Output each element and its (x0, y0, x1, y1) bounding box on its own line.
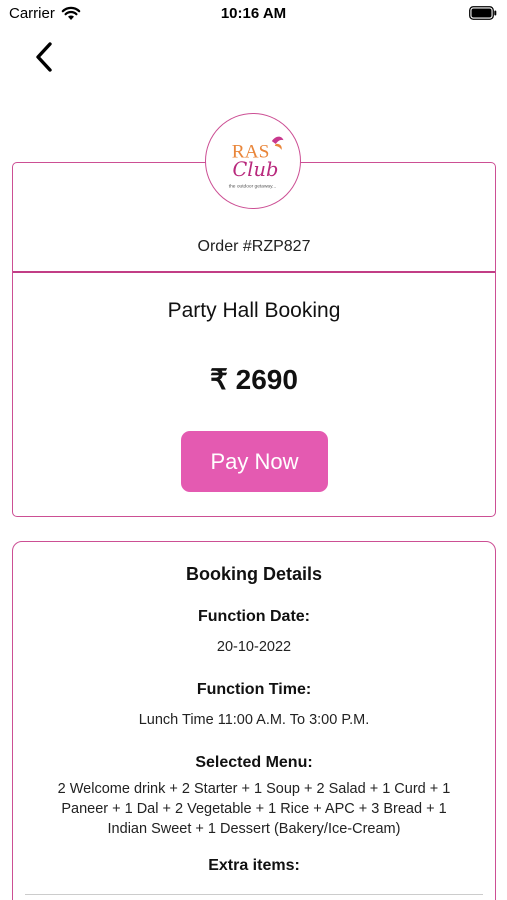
logo-graphic: RAS Club the outdoor getaway... (229, 136, 284, 190)
selected-menu-label: Selected Menu: (195, 754, 313, 771)
logo-brand-script: Club (232, 158, 278, 181)
service-title: Party Hall Booking (167, 299, 341, 322)
booking-details-title: Booking Details (185, 564, 323, 584)
function-date-value: 20-10-2022 (216, 639, 292, 655)
logo-tagline: the outdoor getaway... (229, 184, 276, 190)
amount-total: ₹ 2690 (210, 364, 298, 395)
function-time-value: Lunch Time 11:00 A.M. To 3:00 P.M. (138, 712, 370, 728)
ras-club-logo: RAS Club the outdoor getaway... (205, 113, 301, 209)
order-card: Order #RZP827 Party Hall Booking ₹ 2690 … (12, 162, 496, 517)
status-bar: Carrier 10:16 AM (0, 0, 507, 30)
function-time-label: Function Time: (196, 681, 312, 698)
extra-items-label: Extra items: (208, 857, 300, 874)
booking-details-card: Booking Details Function Date: 20-10-202… (12, 541, 496, 900)
card-divider (13, 271, 495, 273)
order-number: Order #RZP827 (197, 238, 311, 255)
selected-menu-value: 2 Welcome drink + 2 Starter + 1 Soup + 2… (57, 781, 451, 837)
battery-icon (469, 6, 497, 20)
back-button[interactable] (30, 40, 60, 74)
function-date-label: Function Date: (198, 608, 310, 625)
pay-now-button[interactable]: Pay Now (181, 431, 328, 492)
details-divider (25, 894, 483, 895)
clock-time: 10:16 AM (220, 5, 287, 22)
chevron-left-icon (36, 42, 52, 72)
